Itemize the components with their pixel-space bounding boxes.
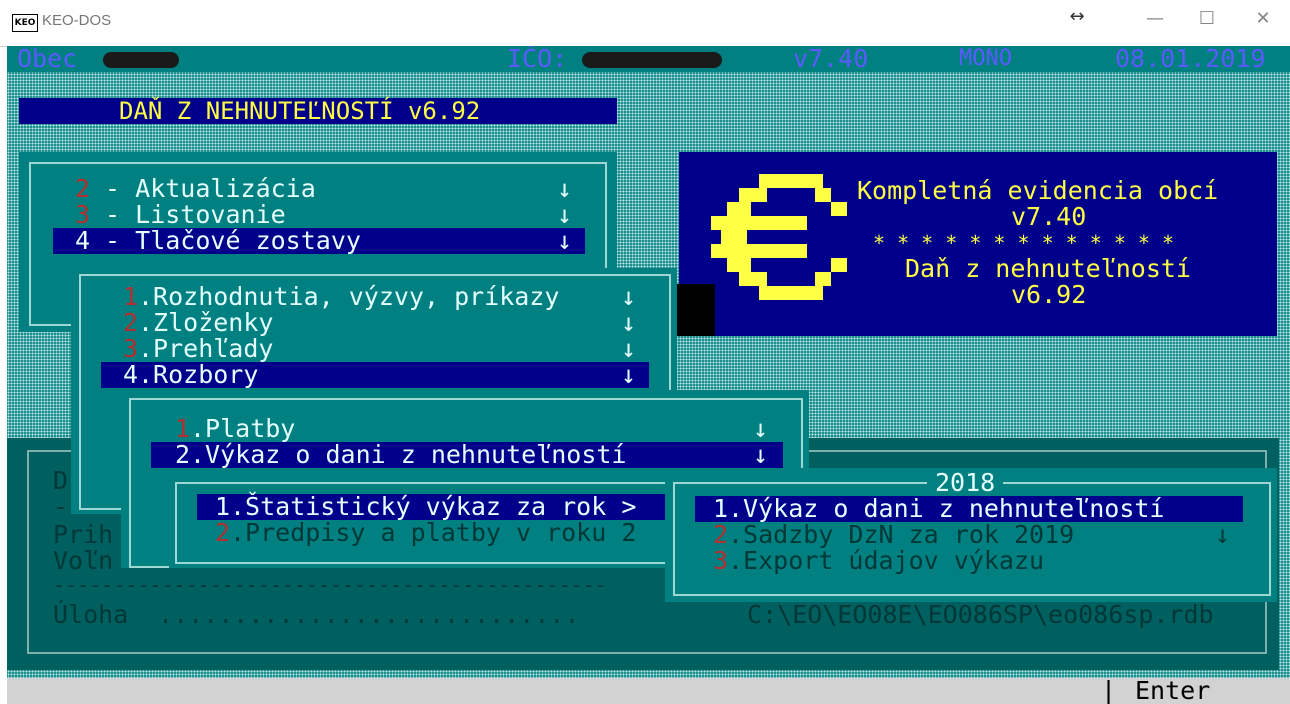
dos-screen: Obec IČO: v7.40 MONO 08.01.2019 DAŇ Z NE… xyxy=(7,46,1290,704)
bg-prih: Prih xyxy=(53,520,114,549)
statistics-2018-menu: 2018 1 .Výkaz o dani z nehnuteľností 2 .… xyxy=(665,468,1277,602)
item-number: 1 xyxy=(123,282,139,311)
info-line3: Daň z nehnuteľností xyxy=(905,254,1191,283)
item-number: 1 xyxy=(713,494,729,523)
info-line4: v6.92 xyxy=(1011,280,1087,309)
tax-report-menu-item-1[interactable]: 1 .Štatistický výkaz za rok > xyxy=(197,494,681,520)
maximize-button[interactable]: ☐ xyxy=(1192,8,1222,29)
app-title-bar: DAŇ Z NEHNUTEĽNOSTÍ v6.92 xyxy=(19,98,617,124)
bg-d: D xyxy=(53,466,69,495)
redacted-ico xyxy=(582,52,722,68)
item-label: - Aktualizácia xyxy=(90,174,316,203)
uloha-dots: ............................ xyxy=(143,600,580,629)
item-number: 1 xyxy=(215,492,231,521)
date-label: 08.01.2019 xyxy=(1115,46,1266,73)
info-stars: * * * * * * * * * * * * * xyxy=(873,231,1175,255)
item-number: 3 xyxy=(75,200,91,229)
bg-separator: ----------------------------------------… xyxy=(53,573,607,597)
print-menu-item-4[interactable]: 4 .Rozbory ↓ xyxy=(101,362,649,388)
item-number: 2 xyxy=(215,518,231,547)
item-label: .Export údajov výkazu xyxy=(728,546,1045,575)
mode-label: MONO xyxy=(959,46,1012,71)
item-number: 2 xyxy=(175,440,191,469)
item-number: 2 xyxy=(123,308,139,337)
item-label: .Prehľady xyxy=(138,334,274,363)
item-number: 3 xyxy=(713,546,729,575)
item-label: .Sadzby DzN za rok 2019 xyxy=(728,520,1075,549)
item-number: 2 xyxy=(713,520,729,549)
euro-logo-icon xyxy=(711,174,847,300)
app-icon: KEO xyxy=(12,14,38,32)
resize-icon[interactable]: ↔ xyxy=(1062,6,1092,27)
item-label: .Štatistický výkaz za rok > xyxy=(230,492,637,521)
statistics-menu-title: 2018 xyxy=(927,470,1004,496)
arrow-down-icon: ↓ xyxy=(557,174,573,203)
item-label: - Listovanie xyxy=(90,200,286,229)
minimize-button[interactable]: — xyxy=(1140,8,1170,29)
item-number: 4 xyxy=(75,226,91,255)
item-label: .Predpisy a platby v roku 2 xyxy=(230,518,637,547)
bg-voln: Voľn xyxy=(53,546,114,575)
window-titlebar: KEO KEO-DOS ↔ — ☐ ✕ xyxy=(0,0,1290,47)
arrow-down-icon: ↓ xyxy=(557,200,573,229)
analysis-menu-item-2[interactable]: 2 .Výkaz o dani z nehnuteľností ↓ xyxy=(151,442,783,468)
item-number: 3 xyxy=(123,334,139,363)
info-line2: v7.40 xyxy=(1011,202,1087,231)
uloha-label: Úloha xyxy=(53,600,129,629)
arrow-down-icon: ↓ xyxy=(1215,520,1231,549)
enter-hint: Enter xyxy=(1135,676,1211,704)
item-number: 2 xyxy=(75,174,91,203)
tax-report-menu: 1 .Štatistický výkaz za rok > 2 .Predpis… xyxy=(169,474,681,568)
window-title: KEO-DOS xyxy=(42,12,112,29)
bg-dash: - xyxy=(53,492,69,521)
arrow-down-icon: ↓ xyxy=(621,282,637,311)
arrow-down-icon: ↓ xyxy=(621,334,637,363)
app-title: DAŇ Z NEHNUTEĽNOSTÍ v6.92 xyxy=(119,97,481,125)
arrow-down-icon: ↓ xyxy=(621,360,637,389)
item-number: 1 xyxy=(175,414,191,443)
close-button[interactable]: ✕ xyxy=(1248,8,1278,29)
main-menu-item-4[interactable]: 4 - Tlačové zostavy ↓ xyxy=(53,228,585,254)
item-label: .Rozbory xyxy=(138,360,259,389)
ico-label: IČO: xyxy=(507,46,568,73)
item-label: .Zloženky xyxy=(138,308,274,337)
status-row: Obec IČO: v7.40 MONO 08.01.2019 xyxy=(7,46,1290,72)
item-label: .Výkaz o dani z nehnuteľností xyxy=(728,494,1165,523)
redacted-obec xyxy=(103,52,179,68)
uloha-path: C:\EO\EO08E\EO086SP\eo086sp.rdb xyxy=(747,600,1214,629)
statistics-menu-item-1[interactable]: 1 .Výkaz o dani z nehnuteľností xyxy=(695,496,1243,522)
item-label: - Tlačové zostavy xyxy=(90,226,361,255)
bottom-status-bar: | Enter xyxy=(7,678,1290,704)
item-label: .Rozhodnutia, výzvy, príkazy xyxy=(138,282,560,311)
arrow-down-icon: ↓ xyxy=(621,308,637,337)
item-label: .Platby xyxy=(190,414,296,443)
info-line1: Kompletná evidencia obcí xyxy=(857,176,1219,205)
item-label: .Výkaz o dani z nehnuteľností xyxy=(190,440,627,469)
bottom-divider: | xyxy=(1101,676,1117,704)
version-label: v7.40 xyxy=(793,46,869,73)
arrow-down-icon: ↓ xyxy=(557,226,573,255)
obec-label: Obec xyxy=(17,46,78,73)
arrow-down-icon: ↓ xyxy=(753,414,769,443)
item-number: 4 xyxy=(123,360,139,389)
arrow-down-icon: ↓ xyxy=(753,440,769,469)
info-panel: Kompletná evidencia obcí v7.40 * * * * *… xyxy=(679,152,1277,336)
